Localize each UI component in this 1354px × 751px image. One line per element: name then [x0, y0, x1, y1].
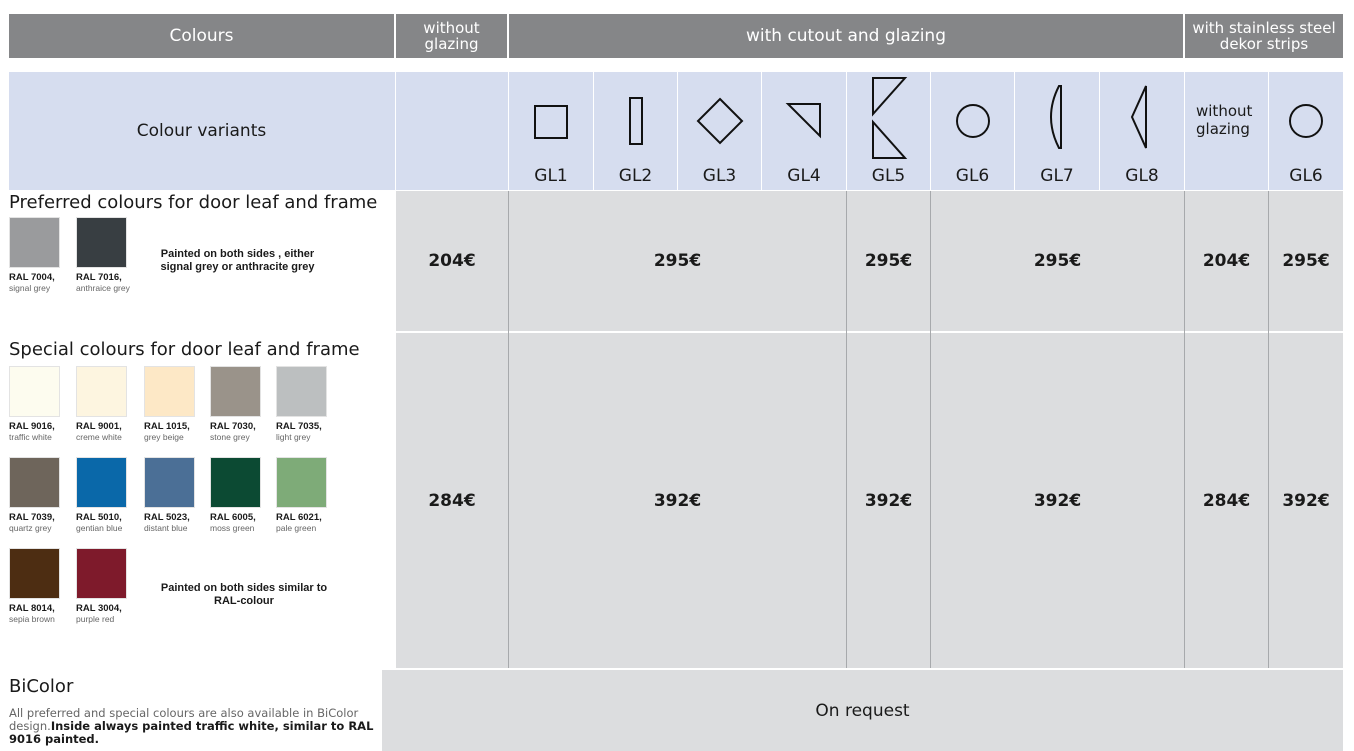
glazing-gl2: GL2 [594, 72, 677, 190]
price-special-gl6-8: 392€ [1033, 490, 1082, 511]
circle-icon [931, 92, 1014, 152]
swatch-ral-5010: RAL 5010, gentian blue [76, 457, 136, 533]
triangle-icon [762, 92, 846, 152]
header-colours: Colours [9, 14, 394, 58]
price-special-gl5: 392€ [864, 490, 913, 511]
glazing-gl4: GL4 [762, 72, 846, 190]
square-icon [509, 92, 593, 152]
lens-icon [1015, 84, 1099, 150]
price-special-without: 284€ [428, 490, 476, 511]
glazing-gl3: GL3 [678, 72, 761, 190]
price-preferred-gl1-4: 295€ [653, 251, 702, 271]
swatch-ral-9001: RAL 9001, creme white [76, 366, 136, 442]
colour-chip [76, 366, 127, 417]
double-triangle-icon [847, 76, 930, 160]
header-without-glazing: without glazing [396, 14, 507, 58]
price-special-gl1-4: 392€ [653, 490, 702, 511]
glazing-gl7: GL7 [1015, 72, 1099, 190]
arrowhead-icon [1100, 84, 1184, 150]
strips-gl6: GL6 [1269, 72, 1343, 190]
colour-chip [76, 217, 127, 268]
swatch-ral-6021: RAL 6021, pale green [276, 457, 336, 533]
swatch-ral-7039: RAL 7039, quartz grey [9, 457, 69, 533]
swatch-ral-8014: RAL 8014, sepia brown [9, 548, 69, 624]
colour-chip [76, 457, 127, 508]
circle-icon [1269, 92, 1343, 152]
colour-chip [210, 457, 261, 508]
glazing-gl5: GL5 [847, 72, 930, 190]
price-preferred-without: 204€ [428, 251, 476, 271]
colour-chip [144, 457, 195, 508]
price-preferred-gl5: 295€ [864, 251, 913, 271]
colour-variants-label: Colour variants [136, 121, 267, 141]
swatch-ral-7016: RAL 7016, anthraice grey [76, 217, 136, 293]
diamond-icon [678, 92, 761, 152]
swatch-ral-7030: RAL 7030, stone grey [210, 366, 270, 442]
colour-chip [9, 217, 60, 268]
bicolor-description: All preferred and special colours are al… [9, 706, 374, 746]
preferred-title: Preferred colours for door leaf and fram… [9, 192, 378, 213]
bicolor-title: BiColor [9, 676, 74, 697]
glazing-gl6: GL6 [931, 72, 1014, 190]
strips-without-glazing: without glazing [1196, 102, 1253, 138]
colour-chip [210, 366, 261, 417]
preferred-note: Painted on both sides , either signal gr… [160, 248, 315, 273]
bicolor-price: On request [815, 700, 910, 721]
special-title: Special colours for door leaf and frame [9, 339, 360, 360]
swatch-ral-7004: RAL 7004, signal grey [9, 217, 69, 293]
colour-chip [9, 457, 60, 508]
colour-chip [276, 457, 327, 508]
header-with-strips: with stainless steel dekor strips [1185, 14, 1343, 58]
colour-chip [144, 366, 195, 417]
colour-chip [276, 366, 327, 417]
price-preferred-gl6-8: 295€ [1033, 251, 1082, 271]
tall-rectangle-icon [594, 92, 677, 152]
swatch-ral-1015: RAL 1015, grey beige [144, 366, 204, 442]
special-note: Painted on both sides similar to RAL-col… [160, 582, 328, 607]
glazing-gl1: GL1 [509, 72, 593, 190]
swatch-ral-6005: RAL 6005, moss green [210, 457, 270, 533]
swatch-ral-5023: RAL 5023, distant blue [144, 457, 204, 533]
colour-chip [9, 548, 60, 599]
price-special-strips-without: 284€ [1202, 490, 1251, 511]
swatch-ral-9016: RAL 9016, traffic white [9, 366, 69, 442]
colour-chip [76, 548, 127, 599]
price-special-strips-gl6: 392€ [1282, 490, 1330, 511]
price-preferred-strips-gl6: 295€ [1282, 251, 1330, 271]
colour-chip [9, 366, 60, 417]
swatch-ral-3004: RAL 3004, purple red [76, 548, 136, 624]
glazing-gl8: GL8 [1100, 72, 1184, 190]
header-with-cutout: with cutout and glazing [509, 14, 1183, 58]
swatch-ral-7035: RAL 7035, light grey [276, 366, 336, 442]
price-preferred-strips-without: 204€ [1202, 251, 1251, 271]
